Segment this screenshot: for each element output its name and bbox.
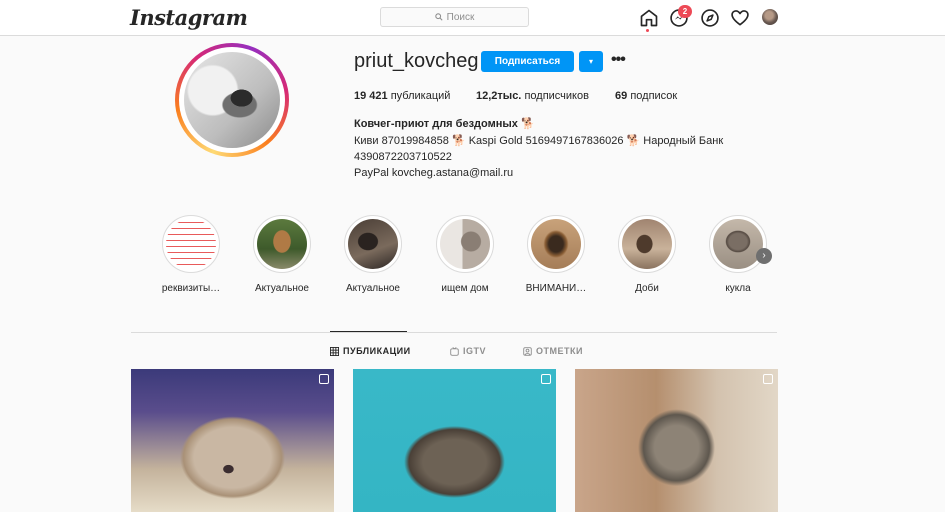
highlight-label: Актуальное xyxy=(346,283,400,294)
highlight-label: реквизиты… xyxy=(161,283,221,294)
highlight-cover xyxy=(622,219,672,269)
highlight-label: ВНИМАНИ… xyxy=(525,283,587,294)
highlight-cover xyxy=(440,219,490,269)
instagram-logo[interactable]: Instagram xyxy=(130,5,248,30)
search-input[interactable]: Поиск xyxy=(380,7,529,27)
highlight-label: кукла xyxy=(725,283,751,294)
carousel-icon xyxy=(763,374,773,384)
messages-badge: 2 xyxy=(678,5,692,18)
tab-posts[interactable]: ПУБЛИКАЦИИ xyxy=(330,346,411,356)
carousel-icon xyxy=(319,374,329,384)
suggestions-dropdown-button[interactable]: ▾ xyxy=(579,51,603,72)
bio-line: PayPal kovcheg.astana@mail.ru xyxy=(354,167,514,179)
followers-count[interactable]: 12,2тыс. подписчиков xyxy=(476,90,589,102)
highlight-label: ищем дом xyxy=(441,283,489,294)
highlight-cover xyxy=(531,219,581,269)
highlight-cover xyxy=(713,219,763,269)
home-active-indicator xyxy=(646,29,649,32)
top-navigation-bar: Instagram Поиск 2 xyxy=(0,0,945,36)
story-highlight[interactable]: ВНИМАНИ… xyxy=(524,215,588,294)
highlight-cover xyxy=(348,219,398,269)
igtv-icon xyxy=(450,346,459,356)
explore-icon[interactable] xyxy=(700,8,720,28)
search-placeholder: Поиск xyxy=(446,11,475,23)
carousel-icon xyxy=(541,374,551,384)
posts-count: 19 421 публикаций xyxy=(354,90,451,102)
story-highlight[interactable]: Доби xyxy=(615,215,679,294)
bio-full-name: Ковчег-приют для бездомных 🐕 xyxy=(354,118,535,130)
more-options-icon[interactable]: ••• xyxy=(611,52,629,70)
tab-igtv[interactable]: IGTV xyxy=(450,346,486,356)
following-count[interactable]: 69 подписок xyxy=(615,90,677,102)
bio-line: Киви 87019984858 🐕 Kaspi Gold 5169497167… xyxy=(354,135,724,147)
home-icon[interactable] xyxy=(639,8,659,28)
grid-icon xyxy=(330,346,339,356)
story-highlight[interactable]: реквизиты… xyxy=(159,215,223,294)
highlight-label: Доби xyxy=(635,283,659,294)
heart-icon[interactable] xyxy=(730,8,750,28)
post-thumbnail[interactable] xyxy=(131,369,334,512)
follow-button[interactable]: Подписаться xyxy=(481,51,574,72)
tab-tagged[interactable]: ОТМЕТКИ xyxy=(523,346,583,356)
profile-username: priut_kovcheg xyxy=(354,50,479,72)
profile-avatar-story-ring[interactable] xyxy=(175,43,289,157)
post-thumbnail[interactable] xyxy=(353,369,556,512)
story-highlight[interactable]: ищем дом xyxy=(433,215,497,294)
highlight-cover xyxy=(257,219,307,269)
highlight-cover xyxy=(166,219,216,269)
tagged-icon xyxy=(523,346,532,356)
active-tab-indicator xyxy=(330,331,407,332)
highlight-label: Актуальное xyxy=(255,283,309,294)
post-thumbnail[interactable] xyxy=(575,369,778,512)
story-highlight[interactable]: Актуальное xyxy=(250,215,314,294)
search-icon xyxy=(434,13,443,21)
chevron-right-icon[interactable]: › xyxy=(756,248,772,264)
story-highlight[interactable]: Актуальное xyxy=(341,215,405,294)
profile-avatar-icon[interactable] xyxy=(762,9,778,25)
tabs-divider xyxy=(131,332,777,333)
bio-line: 4390872203710522 xyxy=(354,151,452,163)
profile-avatar xyxy=(184,52,280,148)
